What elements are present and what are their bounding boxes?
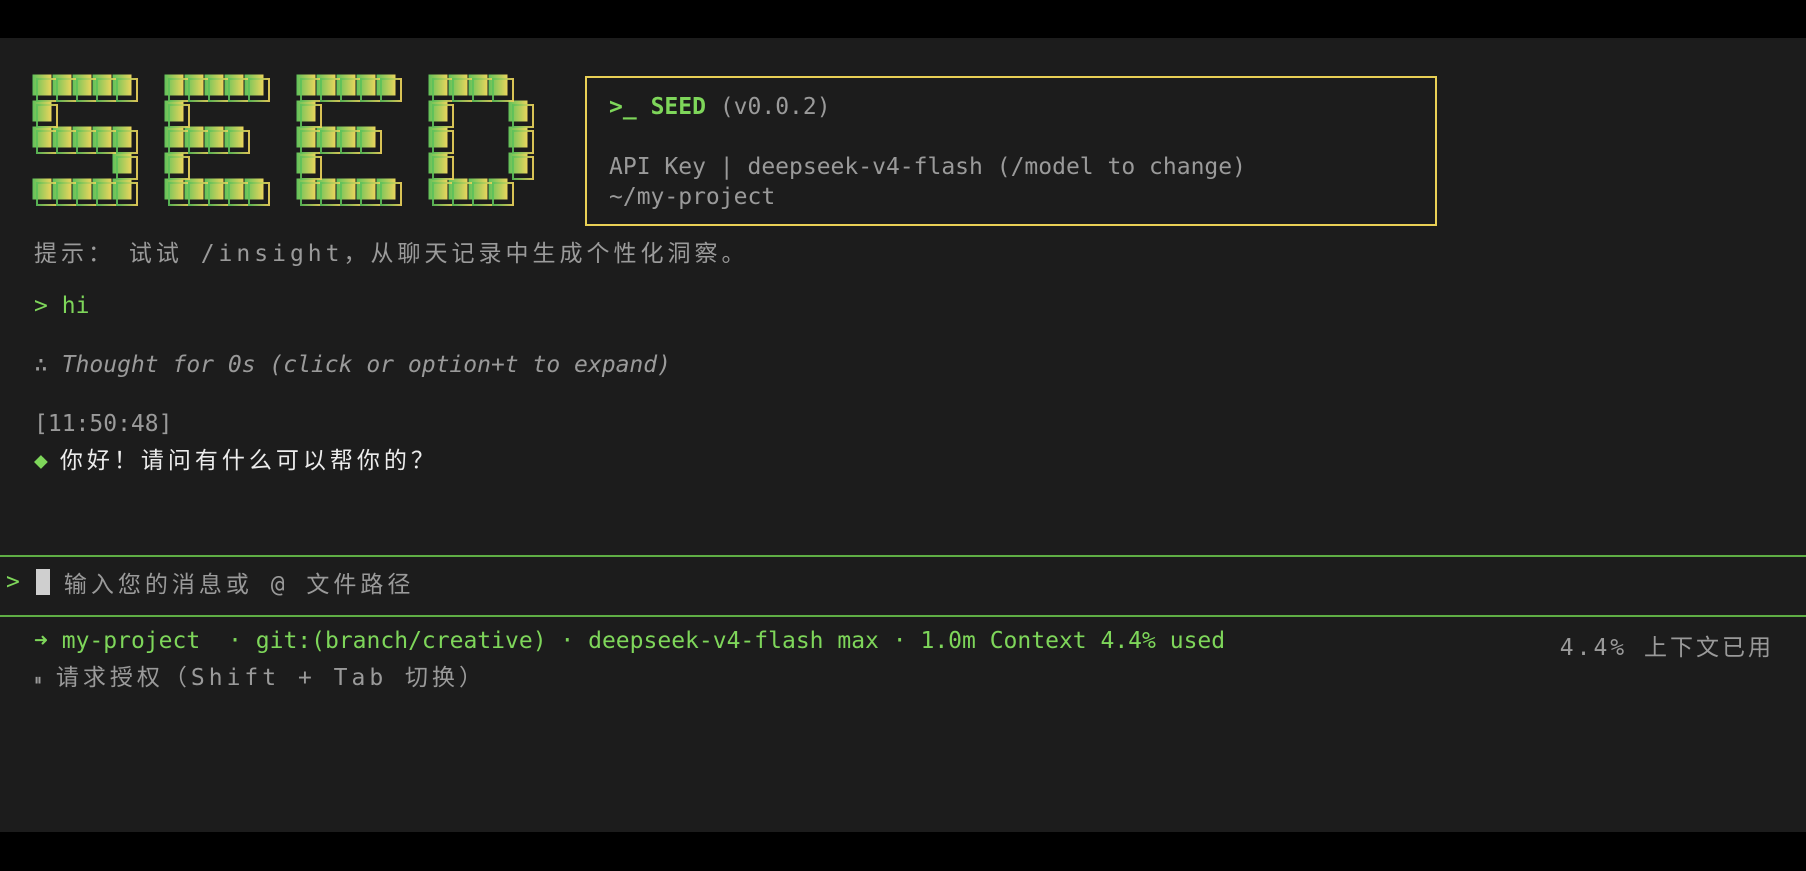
logo-cell: [243, 177, 265, 201]
logo-cell: [91, 73, 113, 97]
logo-cell: [163, 151, 185, 175]
permission-text: 请求授权（Shift + Tab 切换）: [55, 665, 487, 691]
logo-cell: [507, 151, 529, 175]
logo-cell: [507, 125, 529, 149]
logo-cell: [295, 125, 317, 149]
message-input[interactable]: > 输入您的消息或 @ 文件路径: [6, 565, 414, 599]
tip-line: 提示： 试试 /insight，从聊天记录中生成个性化洞察。: [34, 234, 748, 268]
assistant-message: ◆ 你好！请问有什么可以帮你的？: [34, 441, 438, 475]
logo-cell: [223, 73, 245, 97]
logo-cell: [295, 99, 317, 123]
logo-cell: [355, 73, 377, 97]
input-placeholder: 输入您的消息或 @ 文件路径: [63, 572, 415, 598]
logo-cell: [223, 177, 245, 201]
logo-cell: [507, 99, 529, 123]
logo-cell: [183, 177, 205, 201]
logo-cell: [335, 177, 357, 201]
logo-cell: [91, 125, 113, 149]
logo-cell: [315, 177, 337, 201]
logo-cell: [375, 177, 397, 201]
pause-icon: ⏸: [34, 670, 43, 689]
logo-cell: [335, 73, 357, 97]
app-version: (v0.0.2): [719, 94, 831, 120]
working-directory: ~/my-project: [609, 184, 776, 210]
logo-cell: [375, 73, 397, 97]
prompt-symbol: >_: [609, 94, 637, 120]
logo-cell: [295, 73, 317, 97]
logo-cell: [203, 125, 225, 149]
logo-cell: [487, 73, 509, 97]
input-bottom-divider: [0, 615, 1806, 617]
thought-toggle[interactable]: ∴ Thought for 0s (click or option+t to e…: [34, 352, 671, 378]
status-bar: ➜ my-project · git:(branch/creative) · d…: [34, 628, 1225, 654]
logo-cell: [335, 125, 357, 149]
logo-cell: [315, 73, 337, 97]
logo-cell: [32, 99, 53, 123]
logo-cell: [295, 177, 317, 201]
terminal-screen: >_ SEED (v0.0.2) API Key | deepseek-v4-f…: [0, 38, 1806, 832]
status-context: · 1.0m Context 4.4% used: [892, 628, 1226, 654]
logo-cell: [111, 177, 133, 201]
welcome-banner: >_ SEED (v0.0.2) API Key | deepseek-v4-f…: [585, 76, 1437, 226]
tip-label: 提示：: [34, 241, 115, 267]
logo-cell: [427, 99, 449, 123]
logo-cell: [295, 151, 317, 175]
logo-cell: [32, 125, 53, 149]
message-timestamp: [11:50:48]: [34, 411, 173, 437]
input-prompt-symbol: >: [6, 569, 20, 595]
logo-cell: [51, 73, 73, 97]
context-usage: 4.4% 上下文已用: [1559, 635, 1774, 661]
logo-cell: [51, 177, 73, 201]
logo-cell: [223, 125, 245, 149]
logo-cell: [163, 177, 185, 201]
logo-cell: [71, 125, 93, 149]
arrow-icon: ➜: [34, 628, 48, 654]
logo-cell: [355, 125, 377, 149]
logo-cell: [467, 73, 489, 97]
logo-cell: [467, 177, 489, 201]
diamond-icon: ◆: [34, 448, 48, 474]
logo-cell: [71, 177, 93, 201]
logo-cell: [51, 125, 73, 149]
assistant-message-text: 你好！请问有什么可以帮你的？: [59, 448, 438, 474]
status-git: · git:(branch/creative): [228, 628, 547, 654]
status-project: my-project: [61, 628, 201, 654]
logo-cell: [32, 73, 53, 97]
app-name: SEED: [650, 94, 706, 120]
logo-cell: [203, 73, 225, 97]
logo-cell: [183, 73, 205, 97]
logo-cell: [243, 73, 265, 97]
logo-cell: [315, 125, 337, 149]
logo-cell: [487, 177, 509, 201]
logo-cell: [447, 73, 469, 97]
status-model: · deepseek-v4-flash max: [560, 628, 879, 654]
logo-cell: [427, 151, 449, 175]
user-prompt-symbol: >: [34, 293, 48, 319]
logo-cell: [203, 177, 225, 201]
tip-text: 试试 /insight，从聊天记录中生成个性化洞察。: [128, 241, 749, 267]
user-message: > hi: [34, 293, 89, 319]
seed-logo: [32, 73, 534, 206]
logo-cell: [427, 73, 449, 97]
permission-line: ⏸ 请求授权（Shift + Tab 切换）: [34, 658, 486, 692]
logo-cell: [447, 177, 469, 201]
logo-cell: [111, 125, 133, 149]
auth-model-line: API Key | deepseek-v4-flash (/model to c…: [609, 154, 1246, 180]
logo-cell: [163, 125, 185, 149]
logo-cell: [111, 73, 133, 97]
logo-cell: [111, 151, 133, 175]
logo-cell: [427, 177, 449, 201]
user-message-text: hi: [61, 293, 90, 319]
input-top-divider: [0, 555, 1806, 557]
text-cursor: [35, 569, 50, 595]
logo-cell: [71, 73, 93, 97]
logo-cell: [91, 177, 113, 201]
logo-cell: [163, 73, 185, 97]
logo-cell: [183, 125, 205, 149]
logo-cell: [427, 125, 449, 149]
logo-cell: [355, 177, 377, 201]
logo-cell: [32, 177, 53, 201]
logo-cell: [163, 99, 185, 123]
